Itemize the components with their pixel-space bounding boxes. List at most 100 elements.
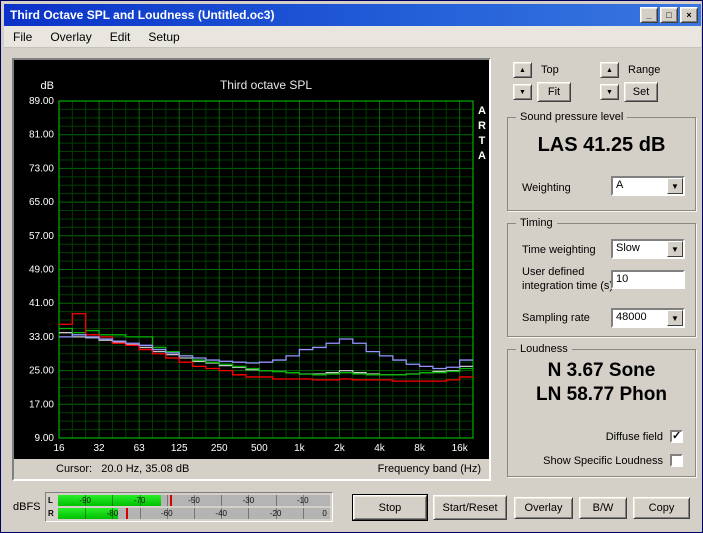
down-arrow-icon: ▼ — [519, 88, 526, 96]
meter-channel-label: R — [48, 509, 54, 518]
titlebar[interactable]: Third Octave SPL and Loudness (Untitled.… — [4, 4, 701, 26]
overlay-button[interactable]: Overlay — [514, 497, 573, 519]
meter-scale-number: -70 — [133, 496, 146, 505]
svg-text:A: A — [478, 105, 486, 117]
integration-time-label: User defined integration time (s) — [522, 266, 614, 292]
copy-button-label: Copy — [648, 502, 675, 514]
phon-value: LN 58.77 Phon — [536, 384, 667, 405]
fit-button-label: Fit — [547, 86, 561, 98]
stop-button[interactable]: Stop — [352, 494, 428, 521]
meter-scale-number: -80 — [106, 509, 119, 518]
meter-scale-number: -50 — [188, 496, 200, 505]
dropdown-arrow-icon[interactable]: ▼ — [667, 310, 683, 326]
meter-scale-number: -30 — [242, 496, 255, 505]
svg-text:41.00: 41.00 — [29, 298, 54, 309]
bw-button[interactable]: B/W — [579, 497, 627, 519]
app-window: Third Octave SPL and Loudness (Untitled.… — [0, 0, 703, 533]
meter-tick — [248, 508, 250, 519]
specific-loudness-checkbox[interactable] — [670, 454, 683, 467]
range-scroll-up-button[interactable]: ▲ — [600, 62, 619, 78]
meter-tick — [85, 508, 87, 519]
meter-scale-number: -60 — [161, 509, 173, 518]
weighting-select[interactable]: A ▼ — [611, 176, 685, 196]
minimize-icon: _ — [646, 9, 652, 20]
close-icon: × — [686, 9, 692, 20]
up-arrow-icon: ▲ — [519, 66, 526, 74]
integration-time-input[interactable]: 10 — [611, 270, 685, 289]
maximize-icon: □ — [666, 9, 672, 20]
svg-text:73.00: 73.00 — [29, 163, 54, 174]
down-arrow-icon: ▼ — [606, 88, 613, 96]
sampling-rate-label: Sampling rate — [522, 312, 590, 324]
spl-group-legend: Sound pressure level — [516, 111, 628, 123]
svg-text:9.00: 9.00 — [35, 433, 55, 444]
spl-plot-area[interactable]: 9.00 17.00 25.00 33.00 41.00 49.00 57.00 65.00 7… — [14, 60, 489, 459]
close-button[interactable]: × — [680, 7, 698, 23]
meter-scale-number: -20 — [269, 509, 282, 518]
specific-loudness-label: Show Specific Loudness — [543, 454, 663, 467]
time-weighting-value: Slow — [616, 242, 640, 254]
sampling-rate-value: 48000 — [616, 311, 647, 323]
meter-peak-indicator — [169, 495, 172, 506]
timing-group: Timing Time weighting Slow ▼ User define… — [507, 217, 696, 337]
menu-item-file[interactable]: File — [4, 27, 41, 47]
cursor-readout: Cursor: 20.0 Hz, 35.08 dB — [56, 462, 190, 475]
fit-button[interactable]: Fit — [537, 82, 571, 102]
top-scroll-down-button[interactable]: ▼ — [513, 84, 532, 100]
set-button[interactable]: Set — [624, 82, 658, 102]
svg-text:16k: 16k — [452, 443, 469, 454]
spl-chart: 9.00 17.00 25.00 33.00 41.00 49.00 57.00 65.00 7… — [14, 60, 489, 459]
menu-item-edit[interactable]: Edit — [101, 27, 140, 47]
svg-text:65.00: 65.00 — [29, 197, 54, 208]
svg-text:32: 32 — [94, 443, 106, 454]
svg-text:2k: 2k — [334, 443, 346, 454]
svg-text:57.00: 57.00 — [29, 231, 54, 242]
start-reset-button[interactable]: Start/Reset — [433, 495, 507, 520]
svg-text:8k: 8k — [414, 443, 426, 454]
meter-peak-indicator — [126, 508, 128, 519]
dbfs-label: dBFS — [13, 501, 41, 513]
dropdown-arrow-icon[interactable]: ▼ — [667, 178, 683, 194]
time-weighting-label: Time weighting — [522, 244, 596, 256]
meter-row-r: R -80 -60 -40 -20 0 — [48, 508, 330, 520]
svg-text:T: T — [479, 135, 486, 147]
meter-level-fill — [58, 495, 162, 506]
range-scroll-down-button[interactable]: ▼ — [600, 84, 619, 100]
dropdown-arrow-icon[interactable]: ▼ — [667, 241, 683, 257]
sampling-rate-select[interactable]: 48000 ▼ — [611, 308, 685, 328]
spl-value: LAS 41.25 dB — [537, 134, 666, 156]
meter-tick — [194, 508, 195, 519]
time-weighting-select[interactable]: Slow ▼ — [611, 239, 685, 259]
meter-tick — [221, 495, 223, 506]
sone-value: N 3.67 Sone — [547, 360, 656, 381]
svg-text:49.00: 49.00 — [29, 265, 54, 276]
svg-text:dB: dB — [41, 80, 54, 92]
meter-tick — [139, 508, 141, 519]
svg-text:16: 16 — [53, 443, 65, 454]
meter-tick — [112, 495, 114, 506]
minimize-button[interactable]: _ — [640, 7, 658, 23]
maximize-button[interactable]: □ — [660, 7, 678, 23]
diffuse-field-label: Diffuse field — [605, 430, 663, 443]
diffuse-field-checkbox[interactable] — [670, 429, 683, 443]
svg-text:125: 125 — [171, 443, 188, 454]
svg-text:17.00: 17.00 — [29, 399, 54, 410]
menu-item-setup[interactable]: Setup — [139, 27, 188, 47]
svg-text:81.00: 81.00 — [29, 130, 54, 141]
meter-bar: -90 -70 -50 -30 -10 — [58, 495, 330, 506]
meter-tick — [302, 508, 304, 519]
svg-text:A: A — [478, 150, 486, 162]
weighting-label: Weighting — [522, 182, 571, 194]
loudness-group-legend: Loudness — [516, 343, 572, 355]
svg-text:500: 500 — [251, 443, 268, 454]
plot-status-bar: Cursor: 20.0 Hz, 35.08 dB Frequency band… — [14, 459, 489, 478]
overlay-button-label: Overlay — [524, 502, 563, 514]
menubar: File Overlay Edit Setup — [4, 26, 701, 48]
top-scroll-up-button[interactable]: ▲ — [513, 62, 532, 78]
copy-button[interactable]: Copy — [633, 497, 690, 519]
meter-scale-number: -90 — [79, 496, 91, 505]
menu-item-overlay[interactable]: Overlay — [41, 27, 100, 47]
diffuse-field-row: Diffuse field — [605, 429, 683, 443]
timing-group-legend: Timing — [516, 217, 557, 229]
stop-button-label: Stop — [378, 501, 402, 514]
